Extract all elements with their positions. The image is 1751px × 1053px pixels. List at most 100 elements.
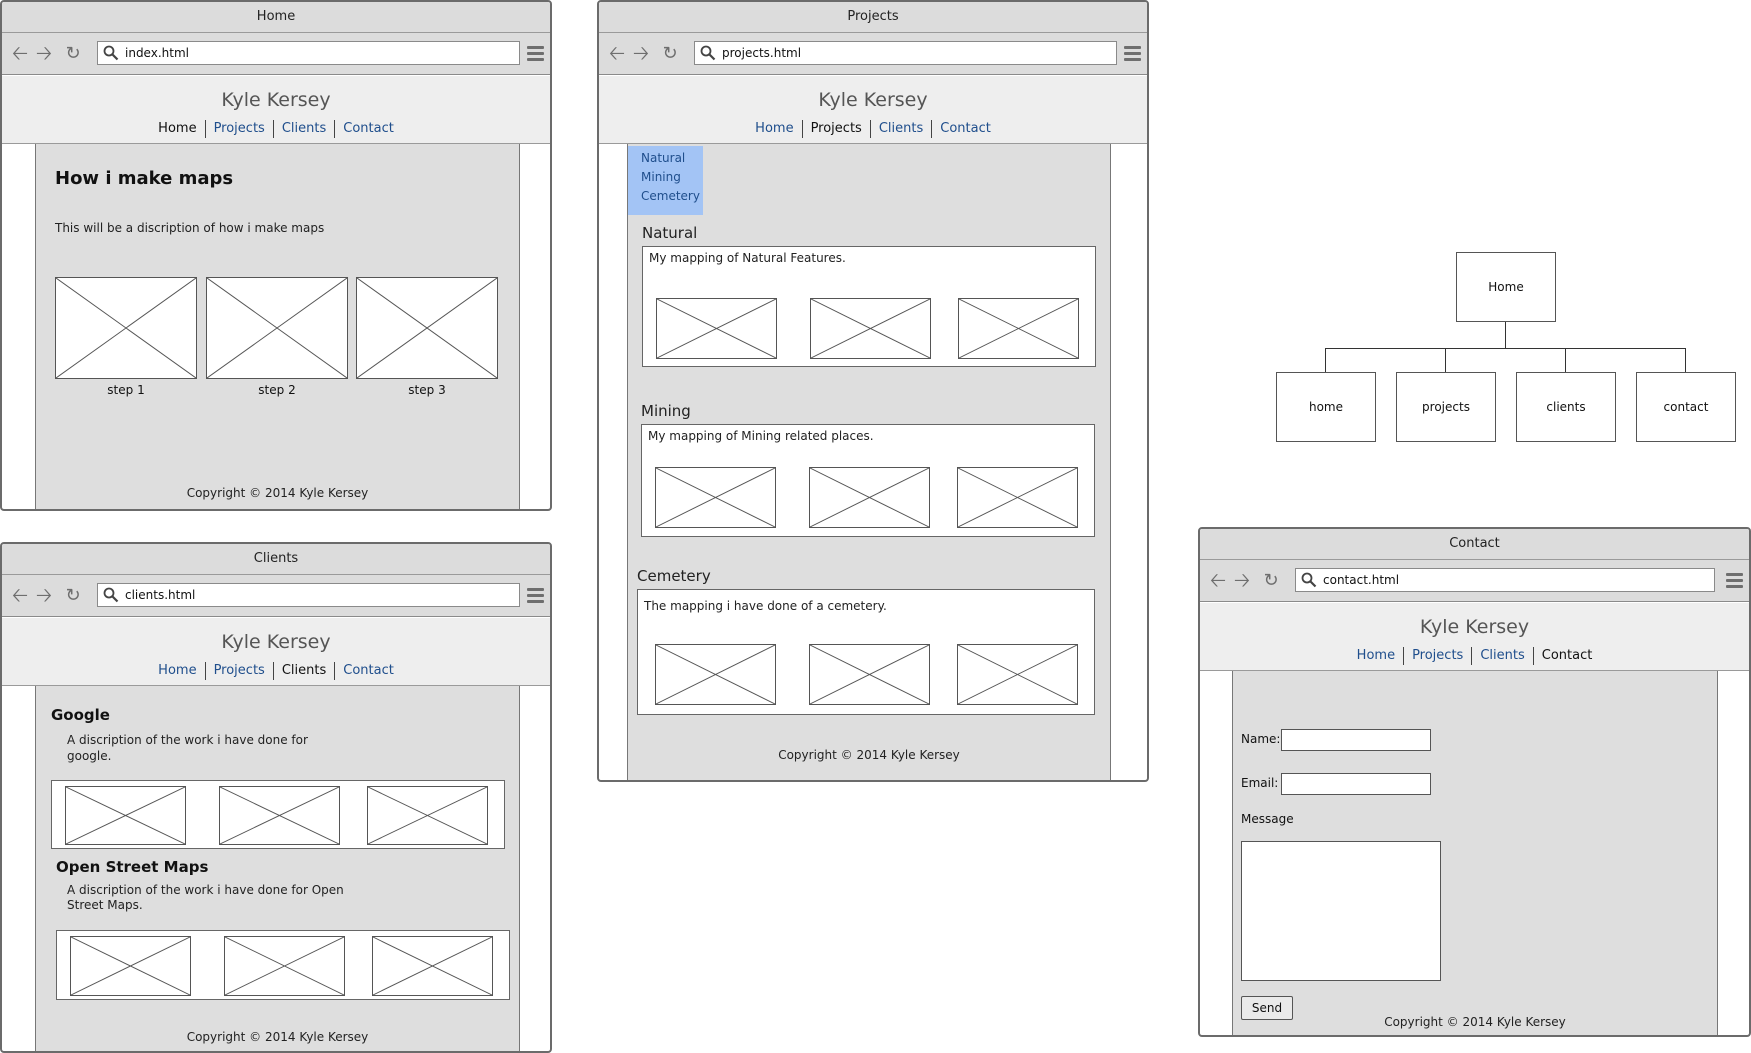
address-bar[interactable]: contact.html xyxy=(1295,568,1715,592)
content-area: Google A discription of the work i have … xyxy=(35,686,520,1051)
forward-arrow-icon[interactable]: 🡢 xyxy=(34,585,54,606)
image-placeholder xyxy=(656,298,777,359)
window-title: Clients xyxy=(2,544,550,575)
name-field[interactable] xyxy=(1281,729,1431,751)
image-placeholder xyxy=(655,467,776,528)
nav-contact-link[interactable]: Contact xyxy=(1532,647,1601,665)
client-description: A discription of the work i have done fo… xyxy=(67,733,308,747)
email-field[interactable] xyxy=(1281,773,1431,795)
copyright-text: Copyright © 2014 Kyle Kersey xyxy=(1384,1015,1566,1029)
nav-contact-link[interactable]: Contact xyxy=(334,662,402,680)
message-textarea[interactable] xyxy=(1241,841,1441,981)
forward-arrow-icon[interactable]: 🡢 xyxy=(631,43,651,64)
reload-icon[interactable]: ↻ xyxy=(63,586,83,606)
window-title: Contact xyxy=(1200,529,1749,560)
window-title: Projects xyxy=(599,2,1147,33)
back-arrow-icon[interactable]: 🡠 xyxy=(1208,570,1228,591)
address-bar[interactable]: projects.html xyxy=(694,41,1117,65)
image-placeholder xyxy=(224,936,345,996)
projects-window: Projects 🡠 🡢 ↻ projects.html Kyle Kersey… xyxy=(597,0,1149,782)
client-name: Open Street Maps xyxy=(56,858,209,876)
section-box: My mapping of Natural Features. xyxy=(642,246,1096,367)
image-placeholder xyxy=(655,644,776,705)
forward-arrow-icon[interactable]: 🡢 xyxy=(34,43,54,64)
image-placeholder xyxy=(367,786,488,845)
sitemap-connector xyxy=(1325,348,1326,372)
nav-home-link[interactable]: Home xyxy=(747,120,801,138)
nav-clients-link[interactable]: Clients xyxy=(869,120,931,138)
name-label: Name: xyxy=(1241,732,1281,746)
site-nav: Home Projects Clients Contact xyxy=(1200,647,1749,665)
nav-clients-link[interactable]: Clients xyxy=(272,662,334,680)
message-label: Message xyxy=(1241,812,1294,826)
sitemap-connector xyxy=(1565,348,1566,372)
hamburger-menu-icon[interactable] xyxy=(1726,573,1743,589)
back-arrow-icon[interactable]: 🡠 xyxy=(10,585,30,606)
image-placeholder xyxy=(810,298,931,359)
image-placeholder xyxy=(372,936,493,996)
image-placeholder xyxy=(65,786,186,845)
back-arrow-icon[interactable]: 🡠 xyxy=(10,43,30,64)
client-description: Street Maps. xyxy=(67,898,143,912)
image-placeholder xyxy=(958,298,1079,359)
hamburger-menu-icon[interactable] xyxy=(527,588,544,604)
address-bar[interactable]: index.html xyxy=(97,41,520,65)
nav-home-link[interactable]: Home xyxy=(150,120,204,138)
reload-icon[interactable]: ↻ xyxy=(63,44,83,64)
url-text: contact.html xyxy=(1323,573,1400,587)
content-area: Name: Email: Message Send Copyright © 20… xyxy=(1232,671,1718,1035)
nav-home-link[interactable]: Home xyxy=(1349,647,1403,665)
submenu-item-cemetery[interactable]: Cemetery xyxy=(628,187,703,206)
nav-projects-link[interactable]: Projects xyxy=(204,662,273,680)
sitemap-node-contact: contact xyxy=(1636,372,1736,442)
site-title: Kyle Kersey xyxy=(221,631,331,653)
submenu-item-natural[interactable]: Natural xyxy=(628,149,703,168)
step-caption: step 3 xyxy=(408,383,446,397)
project-submenu: Natural Mining Cemetery xyxy=(628,146,703,215)
step-caption: step 2 xyxy=(258,383,296,397)
site-header: Kyle Kersey Home Projects Clients Contact xyxy=(2,618,550,686)
copyright-text: Copyright © 2014 Kyle Kersey xyxy=(778,748,960,762)
nav-home-link[interactable]: Home xyxy=(150,662,204,680)
site-header: Kyle Kersey Home Projects Clients Contact xyxy=(1200,603,1749,671)
site-nav: Home Projects Clients Contact xyxy=(599,120,1147,138)
client-description: A discription of the work i have done fo… xyxy=(67,883,344,897)
home-window: Home 🡠 🡢 ↻ index.html Kyle Kersey Home Pr… xyxy=(0,0,552,511)
reload-icon[interactable]: ↻ xyxy=(660,44,680,64)
site-header: Kyle Kersey Home Projects Clients Contact xyxy=(2,76,550,144)
site-header: Kyle Kersey Home Projects Clients Contact xyxy=(599,76,1147,144)
browser-toolbar: 🡠 🡢 ↻ index.html xyxy=(2,33,550,75)
search-icon xyxy=(700,45,716,61)
hamburger-menu-icon[interactable] xyxy=(527,46,544,62)
content-area: Natural Mining Cemetery Natural My mappi… xyxy=(627,144,1111,780)
reload-icon[interactable]: ↻ xyxy=(1261,571,1281,591)
page-description: This will be a discription of how i make… xyxy=(55,221,325,235)
nav-projects-link[interactable]: Projects xyxy=(1403,647,1471,665)
gallery-box xyxy=(51,780,505,849)
url-text: clients.html xyxy=(125,588,196,602)
nav-projects-link[interactable]: Projects xyxy=(204,120,273,138)
step-caption: step 1 xyxy=(107,383,145,397)
copyright-text: Copyright © 2014 Kyle Kersey xyxy=(186,1030,369,1044)
image-placeholder xyxy=(957,467,1078,528)
nav-clients-link[interactable]: Clients xyxy=(1471,647,1532,665)
submenu-item-mining[interactable]: Mining xyxy=(628,168,703,187)
gallery-box xyxy=(56,930,510,1000)
hamburger-menu-icon[interactable] xyxy=(1124,46,1141,62)
sitemap-connector xyxy=(1685,348,1686,372)
back-arrow-icon[interactable]: 🡠 xyxy=(607,43,627,64)
clients-window: Clients 🡠 🡢 ↻ clients.html Kyle Kersey H… xyxy=(0,542,552,1053)
image-placeholder xyxy=(809,467,930,528)
nav-clients-link[interactable]: Clients xyxy=(272,120,334,138)
nav-contact-link[interactable]: Contact xyxy=(334,120,402,138)
sitemap-node-projects: projects xyxy=(1396,372,1496,442)
site-title: Kyle Kersey xyxy=(221,89,331,111)
nav-projects-link[interactable]: Projects xyxy=(801,120,870,138)
forward-arrow-icon[interactable]: 🡢 xyxy=(1232,570,1252,591)
section-box: My mapping of Mining related places. xyxy=(641,424,1095,537)
site-title: Kyle Kersey xyxy=(1419,616,1530,638)
browser-toolbar: 🡠 🡢 ↻ projects.html xyxy=(599,33,1147,75)
nav-contact-link[interactable]: Contact xyxy=(931,120,999,138)
address-bar[interactable]: clients.html xyxy=(97,583,520,607)
search-icon xyxy=(103,45,119,61)
